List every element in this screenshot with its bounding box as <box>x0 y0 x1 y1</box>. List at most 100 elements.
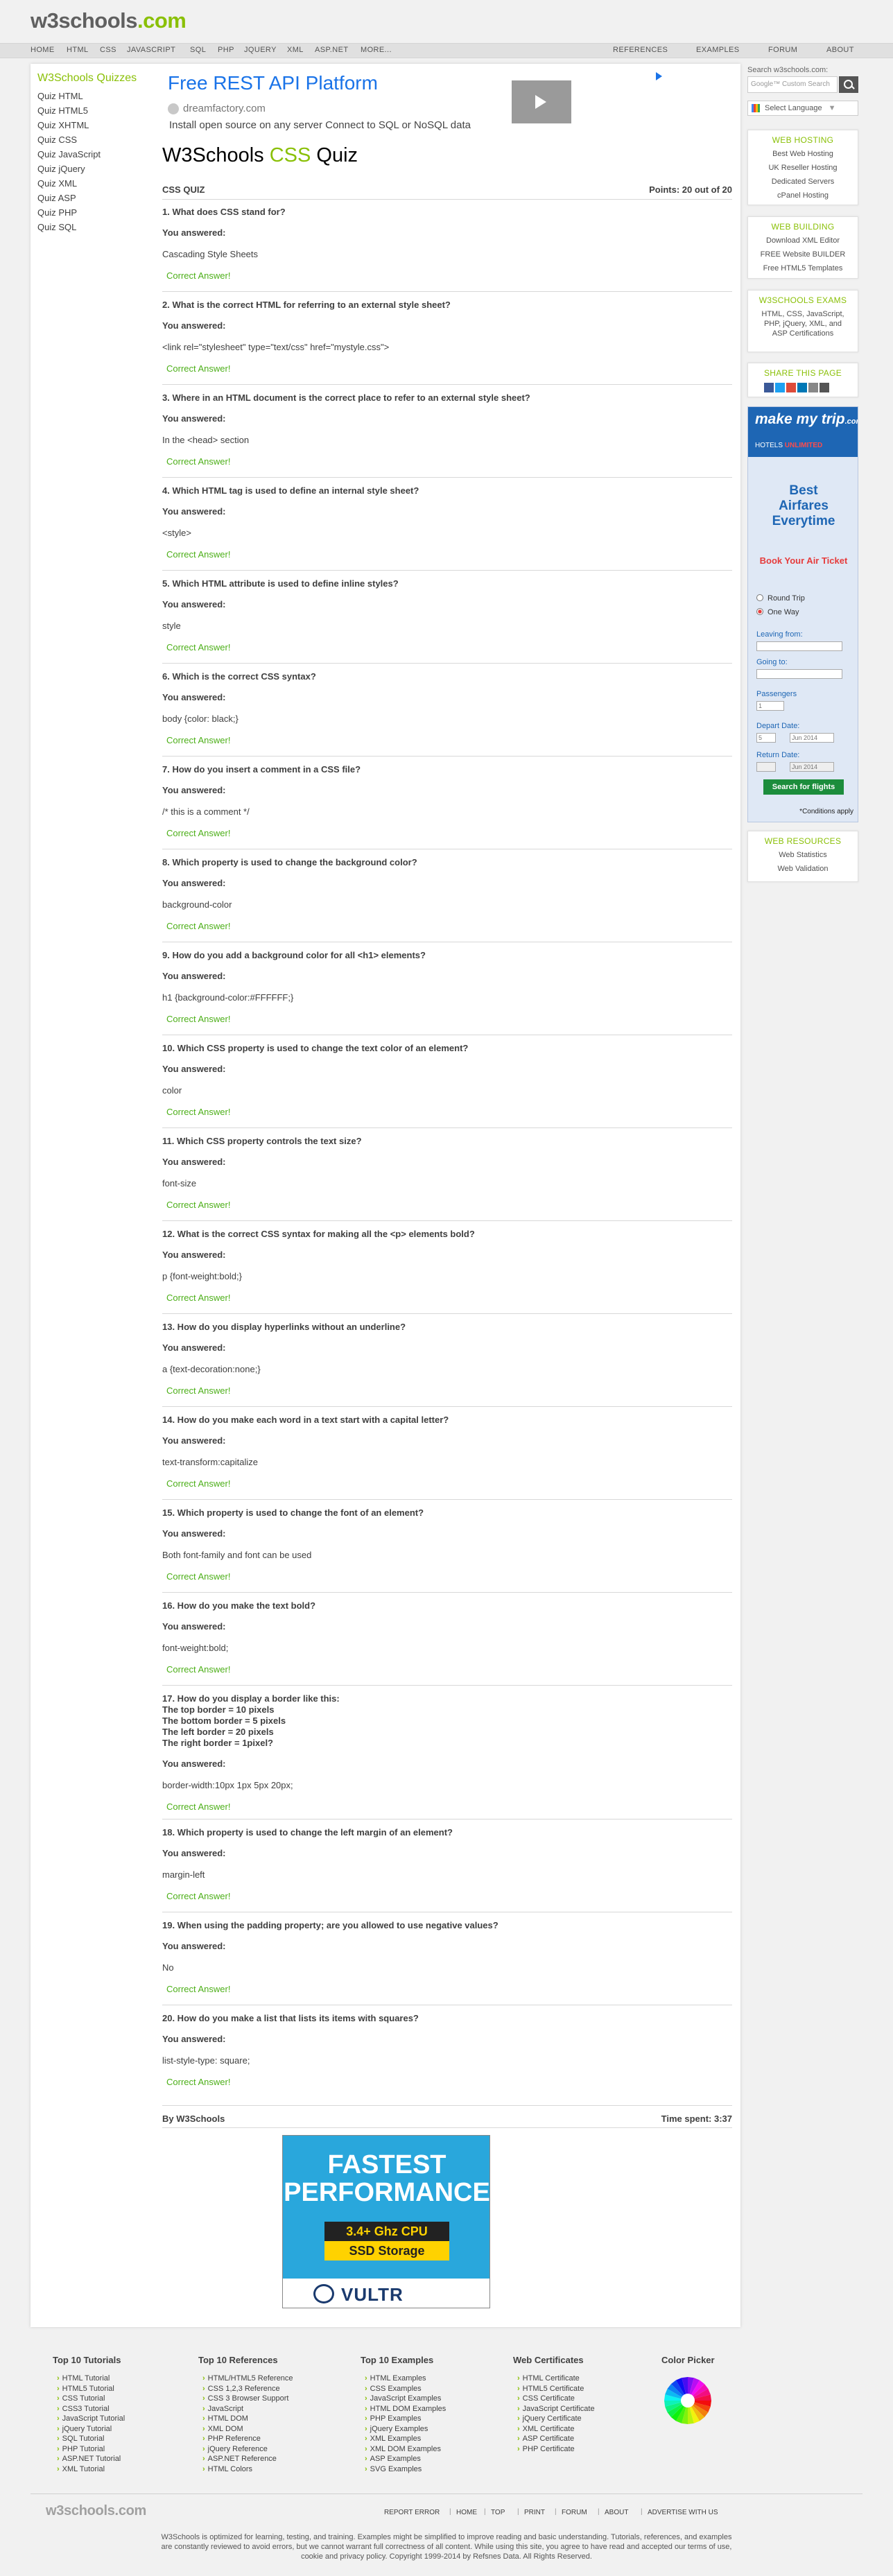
nav-jquery[interactable]: JQUERY <box>244 46 277 54</box>
footer-link[interactable]: HTML DOM Examples <box>365 2405 446 2413</box>
footer-nav-link[interactable]: FORUM <box>562 2509 587 2516</box>
footer-link[interactable]: JavaScript Examples <box>365 2394 442 2403</box>
footer-link[interactable]: ASP Certificate <box>517 2435 574 2443</box>
nav-home[interactable]: HOME <box>31 46 55 54</box>
return-day-select[interactable] <box>756 762 776 772</box>
facebook-icon[interactable] <box>764 383 774 392</box>
linkedin-icon[interactable] <box>797 383 807 392</box>
left-menu-item[interactable]: Quiz CSS <box>37 135 77 145</box>
footer-link[interactable]: XML Certificate <box>517 2425 575 2433</box>
footer-link[interactable]: HTML Examples <box>365 2374 426 2383</box>
box-link[interactable]: Download XML Editor <box>748 236 858 245</box>
box-link[interactable]: cPanel Hosting <box>748 191 858 200</box>
left-menu-item[interactable]: Quiz HTML <box>37 91 83 101</box>
footer-link[interactable]: JavaScript Certificate <box>517 2405 595 2413</box>
color-picker-icon[interactable] <box>661 2376 714 2426</box>
footer-link[interactable]: ASP Examples <box>365 2455 421 2463</box>
footer-link[interactable]: PHP Tutorial <box>57 2445 105 2453</box>
box-link[interactable]: Best Web Hosting <box>748 149 858 159</box>
ad-title[interactable]: Free REST API Platform <box>168 72 378 94</box>
going-select[interactable] <box>756 669 842 679</box>
left-menu-item[interactable]: Quiz XHTML <box>37 120 89 130</box>
footer-link[interactable]: HTML Tutorial <box>57 2374 110 2383</box>
site-logo[interactable]: w3schools.com <box>31 8 187 33</box>
email-icon[interactable] <box>808 383 818 392</box>
makemytrip-advertisement[interactable]: make my trip.com HOTELS UNLIMITED Best A… <box>747 406 858 822</box>
footer-link[interactable]: jQuery Examples <box>365 2425 428 2433</box>
footer-link[interactable]: HTML5 Tutorial <box>57 2385 114 2393</box>
left-menu-item[interactable]: Quiz XML <box>37 178 77 189</box>
footer-link[interactable]: PHP Certificate <box>517 2445 575 2453</box>
footer-link[interactable]: CSS Tutorial <box>57 2394 105 2403</box>
return-month-select[interactable]: Jun 2014 <box>790 762 834 772</box>
depart-day-select[interactable]: 5 <box>756 733 776 743</box>
footer-link[interactable]: PHP Examples <box>365 2414 422 2423</box>
nav-references[interactable]: REFERENCES <box>613 46 668 54</box>
nav-javascript[interactable]: JAVASCRIPT <box>127 46 175 54</box>
leaving-select[interactable] <box>756 641 842 651</box>
box-link[interactable]: Free HTML5 Templates <box>748 263 858 273</box>
nav-css[interactable]: CSS <box>100 46 116 54</box>
top-advertisement[interactable]: Free REST API Platform dreamfactory.com … <box>162 69 673 133</box>
footer-link[interactable]: jQuery Certificate <box>517 2414 582 2423</box>
nav-examples[interactable]: EXAMPLES <box>696 46 740 54</box>
footer-nav-link[interactable]: HOME <box>456 2509 477 2516</box>
nav-xml[interactable]: XML <box>287 46 304 54</box>
footer-link[interactable]: XML Tutorial <box>57 2465 105 2473</box>
footer-link[interactable]: SVG Examples <box>365 2465 422 2473</box>
footer-nav-link[interactable]: ADVERTISE WITH US <box>648 2509 718 2516</box>
ad-arrow-button[interactable] <box>512 80 571 123</box>
footer-nav-link[interactable]: REPORT ERROR <box>384 2509 440 2516</box>
twitter-icon[interactable] <box>775 383 785 392</box>
box-link[interactable]: Web Validation <box>748 864 858 874</box>
footer-link[interactable]: CSS 1,2,3 Reference <box>202 2385 280 2393</box>
box-link[interactable]: FREE Website BUILDER <box>748 250 858 259</box>
left-menu-item[interactable]: Quiz HTML5 <box>37 105 88 116</box>
round-trip-radio[interactable]: Round Trip <box>756 594 805 603</box>
footer-link[interactable]: HTML/HTML5 Reference <box>202 2374 293 2383</box>
nav-more[interactable]: MORE... <box>361 46 392 54</box>
ad-url[interactable]: dreamfactory.com <box>183 103 266 114</box>
left-menu-item[interactable]: Quiz jQuery <box>37 164 85 174</box>
footer-link[interactable]: CSS Certificate <box>517 2394 575 2403</box>
nav-php[interactable]: PHP <box>218 46 234 54</box>
language-select[interactable]: Select Language ▼ <box>747 101 858 116</box>
footer-logo[interactable]: w3schools.com <box>46 2503 146 2519</box>
search-flights-button[interactable]: Search for flights <box>763 779 844 795</box>
nav-html[interactable]: HTML <box>67 46 89 54</box>
footer-link[interactable]: HTML DOM <box>202 2414 248 2423</box>
footer-link[interactable]: jQuery Tutorial <box>57 2425 112 2433</box>
passengers-select[interactable]: 1 <box>756 701 784 711</box>
footer-link[interactable]: XML Examples <box>365 2435 422 2443</box>
nav-sql[interactable]: SQL <box>190 46 206 54</box>
footer-link[interactable]: XML DOM <box>202 2425 243 2433</box>
nav-forum[interactable]: FORUM <box>768 46 797 54</box>
depart-month-select[interactable]: Jun 2014 <box>790 733 834 743</box>
print-icon[interactable] <box>820 383 829 392</box>
box-link[interactable]: Web Statistics <box>748 850 858 860</box>
footer-link[interactable]: JavaScript Tutorial <box>57 2414 125 2423</box>
left-menu-item[interactable]: Quiz JavaScript <box>37 149 101 159</box>
left-menu-item[interactable]: Quiz SQL <box>37 222 76 232</box>
nav-aspnet[interactable]: ASP.NET <box>315 46 348 54</box>
footer-link[interactable]: XML DOM Examples <box>365 2445 441 2453</box>
footer-link[interactable]: CSS3 Tutorial <box>57 2405 110 2413</box>
footer-link[interactable]: HTML5 Certificate <box>517 2385 584 2393</box>
footer-link[interactable]: PHP Reference <box>202 2435 261 2443</box>
search-input[interactable]: Google™ Custom Search <box>747 76 838 93</box>
footer-link[interactable]: ASP.NET Tutorial <box>57 2455 121 2463</box>
vultr-advertisement[interactable]: FASTEST PERFORMANCE 3.4+ Ghz CPU SSD Stor… <box>282 2135 490 2308</box>
one-way-radio[interactable]: One Way <box>756 608 799 616</box>
search-icon[interactable] <box>839 76 858 93</box>
footer-link[interactable]: CSS 3 Browser Support <box>202 2394 289 2403</box>
footer-link[interactable]: CSS Examples <box>365 2385 422 2393</box>
footer-link[interactable]: HTML Certificate <box>517 2374 580 2383</box>
footer-link[interactable]: ASP.NET Reference <box>202 2455 277 2463</box>
footer-nav-link[interactable]: ABOUT <box>605 2509 628 2516</box>
box-link[interactable]: HTML, CSS, JavaScript, PHP, jQuery, XML,… <box>748 309 858 338</box>
left-menu-item[interactable]: Quiz ASP <box>37 193 76 203</box>
footer-link[interactable]: SQL Tutorial <box>57 2435 105 2443</box>
nav-about[interactable]: ABOUT <box>826 46 854 54</box>
footer-link[interactable]: HTML Colors <box>202 2465 252 2473</box>
footer-link[interactable]: jQuery Reference <box>202 2445 268 2453</box>
